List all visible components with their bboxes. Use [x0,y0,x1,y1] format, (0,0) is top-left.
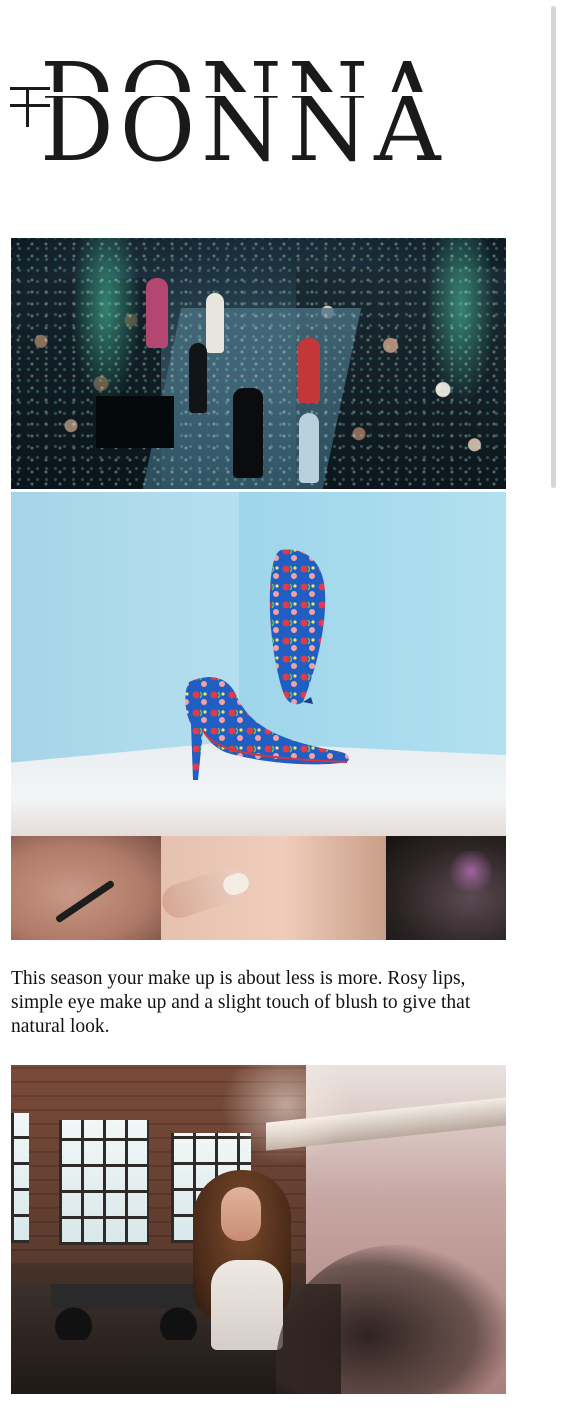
article-paragraph: This season your make up is about less i… [11,968,471,1037]
woman-in-workshop-photo [11,1065,506,1394]
shoe-illustration [185,549,350,780]
floral-stiletto-shoe-photo [11,492,506,836]
logo-mark: DONNA DONNA [10,43,441,165]
runway-fashion-show-photo [11,238,506,489]
logo-bar-top [10,87,50,90]
logo-bar-bottom [10,104,50,107]
scrollbar[interactable] [551,6,556,488]
logo-bar-vertical [26,87,29,127]
page: DONNA DONNA This season your make up is … [0,0,563,1424]
brand-logo[interactable]: DONNA DONNA [10,30,500,165]
makeup-application-photo [11,836,506,940]
